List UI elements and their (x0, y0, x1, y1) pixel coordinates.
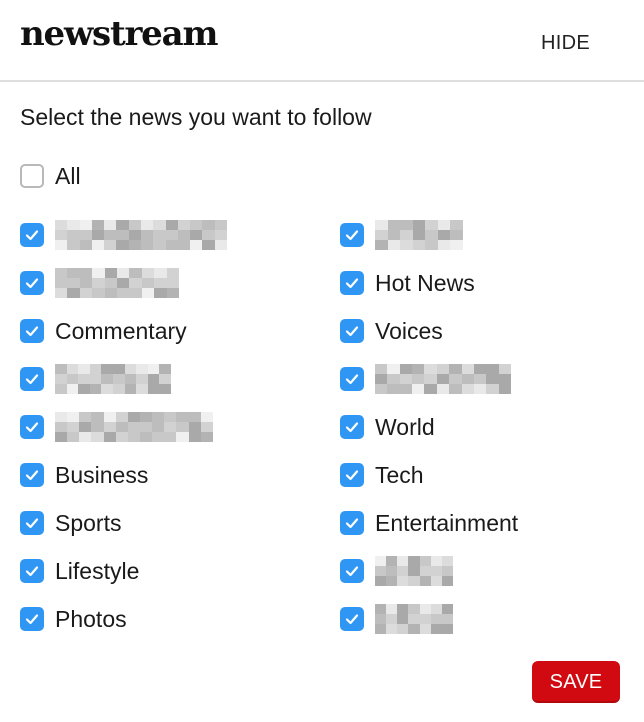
checkbox-box[interactable] (340, 367, 364, 391)
checkmark-icon (345, 374, 359, 385)
checkbox-box[interactable] (20, 319, 44, 343)
category-label: World (375, 413, 435, 440)
hide-button[interactable]: HIDE (541, 32, 590, 55)
follow-prompt: Select the news you want to follow (20, 104, 372, 130)
category-checkbox[interactable] (20, 412, 213, 442)
checkbox-box[interactable] (340, 415, 364, 439)
checkmark-icon (25, 230, 39, 241)
category-checkbox[interactable]: Tech (340, 460, 424, 490)
checkmark-icon (25, 422, 39, 433)
category-checkbox[interactable]: Lifestyle (20, 556, 139, 586)
checkmark-icon (25, 518, 39, 529)
blurred-category-label (55, 220, 227, 250)
checkbox-box[interactable] (20, 271, 44, 295)
checkbox-box[interactable] (20, 223, 44, 247)
blurred-category-label (375, 220, 463, 250)
blurred-category-label (55, 268, 179, 298)
checkbox-box[interactable] (340, 319, 364, 343)
category-checkbox[interactable]: Hot News (340, 268, 475, 298)
checkmark-icon (25, 614, 39, 625)
category-checkbox[interactable]: World (340, 412, 435, 442)
checkbox-box[interactable] (20, 607, 44, 631)
blurred-category-label (55, 364, 171, 394)
category-checkbox[interactable]: Voices (340, 316, 443, 346)
newstream-logo: newstream (20, 14, 218, 54)
checkmark-icon (25, 278, 39, 289)
category-label: Business (55, 461, 149, 488)
category-checkbox[interactable] (340, 604, 453, 634)
category-checkbox[interactable]: Photos (20, 604, 127, 634)
checkmark-icon (345, 278, 359, 289)
category-checkbox[interactable]: Commentary (20, 316, 187, 346)
category-checkbox[interactable] (20, 220, 227, 250)
checkbox-box[interactable] (340, 511, 364, 535)
category-label: Tech (375, 461, 424, 488)
category-label: Sports (55, 509, 122, 536)
category-checkbox[interactable]: Entertainment (340, 508, 518, 538)
checkmark-icon (25, 470, 39, 481)
category-checkbox[interactable] (20, 364, 171, 394)
checkbox-all-box[interactable] (20, 164, 44, 188)
blurred-category-label (375, 364, 511, 394)
checkbox-all-label: All (55, 162, 81, 189)
category-label: Photos (55, 605, 127, 632)
checkmark-icon (25, 374, 39, 385)
checkbox-box[interactable] (20, 559, 44, 583)
header: newstream HIDE (0, 0, 644, 82)
category-label: Hot News (375, 269, 475, 296)
checkbox-box[interactable] (340, 559, 364, 583)
category-label: Lifestyle (55, 557, 140, 584)
blurred-category-label (55, 412, 213, 442)
checkmark-icon (25, 326, 39, 337)
category-label: Commentary (55, 317, 187, 344)
checkmark-icon (345, 614, 359, 625)
checkbox-box[interactable] (340, 223, 364, 247)
category-checkbox[interactable] (340, 220, 463, 250)
checkmark-icon (345, 230, 359, 241)
checkbox-all[interactable]: All (20, 161, 81, 191)
checkbox-box[interactable] (20, 367, 44, 391)
blurred-category-label (375, 556, 453, 586)
checkmark-icon (345, 566, 359, 577)
save-button[interactable]: SAVE (532, 661, 620, 703)
checkbox-box[interactable] (340, 271, 364, 295)
checkmark-icon (345, 470, 359, 481)
checkbox-box[interactable] (20, 511, 44, 535)
category-checkbox[interactable] (340, 556, 453, 586)
checkmark-icon (25, 566, 39, 577)
checkbox-box[interactable] (340, 607, 364, 631)
blurred-category-label (375, 604, 453, 634)
checkmark-icon (345, 422, 359, 433)
category-checkbox[interactable]: Sports (20, 508, 121, 538)
category-label: Entertainment (375, 509, 519, 536)
checkbox-box[interactable] (20, 463, 44, 487)
checkmark-icon (345, 518, 359, 529)
checkbox-box[interactable] (340, 463, 364, 487)
checkmark-icon (345, 326, 359, 337)
checkbox-box[interactable] (20, 415, 44, 439)
category-checkbox[interactable] (340, 364, 511, 394)
category-label: Voices (375, 317, 443, 344)
category-checkbox[interactable]: Business (20, 460, 148, 490)
category-checkbox[interactable] (20, 268, 179, 298)
